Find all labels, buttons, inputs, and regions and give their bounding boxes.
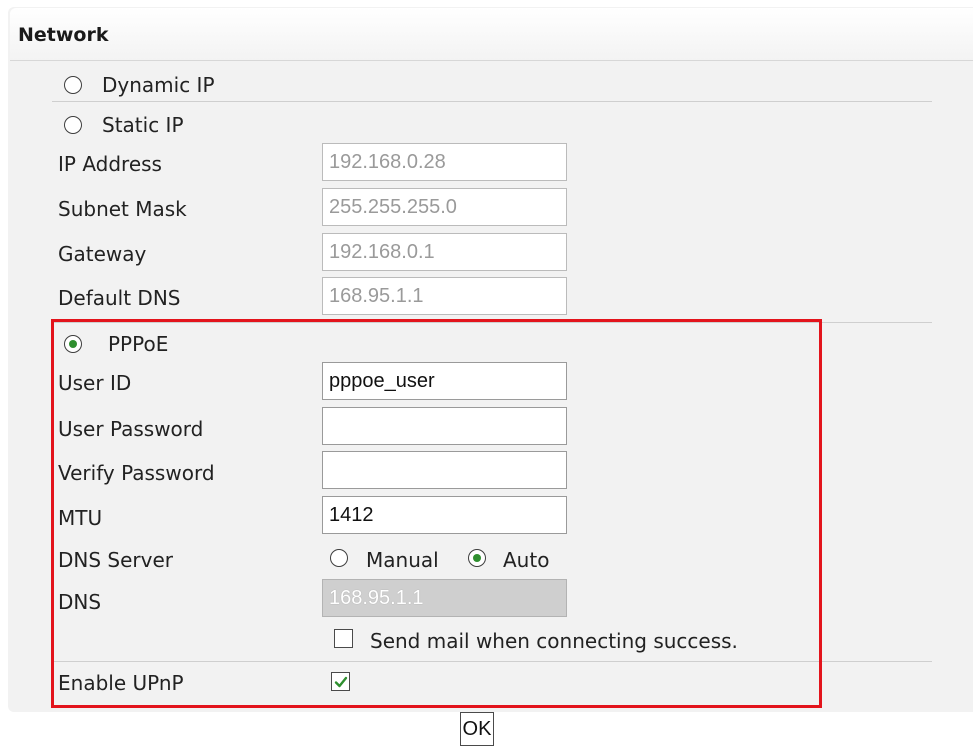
enable-upnp-label: Enable UPnP bbox=[58, 671, 184, 695]
dns-manual-label: Manual bbox=[366, 548, 439, 572]
gateway-label: Gateway bbox=[58, 242, 147, 266]
pppoe-radio[interactable] bbox=[64, 335, 82, 353]
user-id-label: User ID bbox=[58, 371, 132, 395]
radio-selected-dot bbox=[69, 340, 77, 348]
dns-manual-radio[interactable] bbox=[330, 549, 348, 567]
divider bbox=[52, 101, 932, 102]
static-ip-label: Static IP bbox=[102, 113, 184, 137]
verify-password-label: Verify Password bbox=[58, 461, 215, 485]
divider bbox=[52, 661, 932, 662]
send-mail-checkbox[interactable] bbox=[334, 629, 353, 648]
static-ip-radio[interactable] bbox=[64, 116, 82, 134]
dns-server-label: DNS Server bbox=[58, 548, 173, 572]
user-id-input[interactable]: pppoe_user bbox=[322, 362, 567, 400]
dns-input[interactable]: 168.95.1.1 bbox=[322, 579, 567, 617]
ip-address-label: IP Address bbox=[58, 152, 162, 176]
check-mark-icon bbox=[334, 676, 348, 688]
ip-address-input[interactable]: 192.168.0.28 bbox=[322, 143, 567, 181]
dynamic-ip-radio[interactable] bbox=[64, 76, 82, 94]
panel-title: Network bbox=[18, 24, 109, 46]
divider bbox=[52, 322, 932, 323]
gateway-input[interactable]: 192.168.0.1 bbox=[322, 233, 567, 271]
verify-password-input[interactable] bbox=[322, 451, 567, 489]
subnet-mask-input[interactable]: 255.255.255.0 bbox=[322, 188, 567, 226]
mtu-label: MTU bbox=[58, 506, 103, 530]
dynamic-ip-label: Dynamic IP bbox=[102, 73, 215, 97]
dns-auto-radio[interactable] bbox=[468, 549, 486, 567]
default-dns-label: Default DNS bbox=[58, 286, 181, 310]
user-password-input[interactable] bbox=[322, 407, 567, 445]
subnet-mask-label: Subnet Mask bbox=[58, 197, 187, 221]
ok-button[interactable]: OK bbox=[460, 712, 494, 746]
mtu-input[interactable]: 1412 bbox=[322, 496, 567, 534]
panel-header bbox=[10, 8, 973, 61]
radio-selected-dot bbox=[473, 554, 481, 562]
user-password-label: User Password bbox=[58, 417, 204, 441]
default-dns-input[interactable]: 168.95.1.1 bbox=[322, 277, 567, 315]
dns-label: DNS bbox=[58, 590, 102, 614]
pppoe-label: PPPoE bbox=[108, 332, 169, 356]
send-mail-label: Send mail when connecting success. bbox=[370, 629, 738, 653]
enable-upnp-checkbox[interactable] bbox=[331, 672, 350, 691]
dns-auto-label: Auto bbox=[503, 548, 550, 572]
